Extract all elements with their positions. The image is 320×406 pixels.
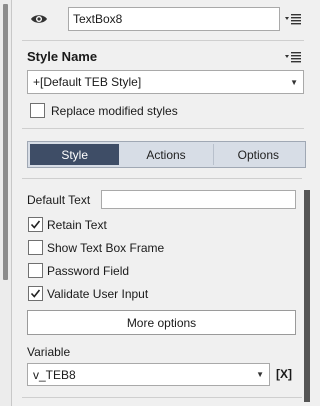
show-frame-label: Show Text Box Frame (47, 240, 165, 255)
default-text-label: Default Text (27, 193, 91, 207)
show-frame-row[interactable]: Show Text Box Frame (28, 240, 164, 255)
panel-scrollbar[interactable] (304, 190, 310, 402)
retain-text-checkbox[interactable] (28, 217, 43, 232)
header-menu-button[interactable] (285, 13, 301, 28)
replace-styles-row[interactable]: Replace modified styles (30, 103, 178, 118)
checkmark-icon (30, 220, 41, 229)
retain-text-row[interactable]: Retain Text (28, 217, 107, 232)
tab-options-label: Options (237, 147, 279, 162)
style-menu-button[interactable] (285, 51, 301, 66)
list-menu-icon (285, 52, 301, 63)
validate-input-label: Validate User Input (47, 286, 149, 301)
variable-dropdown-value: v_TEB8 (33, 367, 76, 382)
tab-options[interactable]: Options (212, 144, 303, 165)
default-text-input[interactable] (101, 190, 296, 209)
style-dropdown-value: +[Default TEB Style] (33, 75, 142, 89)
list-menu-icon (285, 14, 301, 25)
replace-styles-checkbox[interactable] (30, 103, 45, 118)
tab-bar: Style Actions Options (27, 141, 306, 168)
style-dropdown[interactable]: +[Default TEB Style] ▼ (27, 70, 304, 94)
eye-icon (31, 15, 47, 23)
validate-input-row[interactable]: Validate User Input (28, 286, 148, 301)
password-field-checkbox[interactable] (28, 263, 43, 278)
tab-style-label: Style (61, 147, 88, 162)
retain-text-label: Retain Text (47, 217, 107, 232)
validate-input-checkbox[interactable] (28, 286, 43, 301)
visibility-toggle[interactable] (30, 11, 48, 27)
style-name-title: Style Name (27, 49, 98, 64)
more-options-button[interactable]: More options (27, 310, 296, 335)
header-divider (22, 40, 304, 41)
more-options-label: More options (126, 315, 197, 330)
tabs-divider (22, 178, 302, 179)
clear-variable-label: [X] (276, 367, 292, 381)
bottom-divider (22, 397, 302, 398)
password-field-label: Password Field (47, 263, 130, 278)
style-divider (22, 128, 304, 129)
tab-actions[interactable]: Actions (121, 144, 210, 165)
tab-actions-label: Actions (146, 147, 186, 162)
chevron-down-icon: ▼ (290, 77, 298, 87)
element-name-value: TextBox8 (73, 12, 123, 26)
checkmark-icon (30, 289, 41, 298)
element-name-input[interactable]: TextBox8 (68, 7, 280, 31)
show-frame-checkbox[interactable] (28, 240, 43, 255)
password-field-row[interactable]: Password Field (28, 263, 129, 278)
chevron-down-icon: ▼ (256, 370, 264, 379)
left-scroll-thumb[interactable] (3, 4, 8, 280)
replace-styles-label: Replace modified styles (51, 103, 178, 118)
variable-label: Variable (27, 345, 71, 359)
clear-variable-button[interactable]: [X] (276, 367, 292, 381)
variable-dropdown[interactable]: v_TEB8 ▼ (27, 363, 270, 386)
tab-style[interactable]: Style (30, 144, 120, 165)
left-scroll-strip (0, 0, 12, 406)
